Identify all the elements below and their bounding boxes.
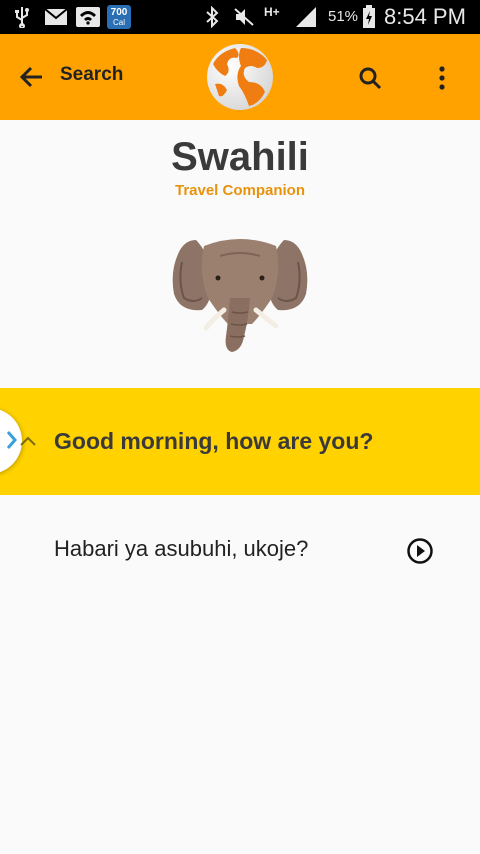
mute-icon (232, 6, 256, 28)
chevron-up-icon[interactable] (18, 432, 38, 450)
arrow-left-icon (20, 66, 42, 88)
phrase-english: Good morning, how are you? (54, 428, 374, 454)
calendar-badge-icon: 700 Cal (107, 5, 131, 29)
mail-icon (44, 6, 68, 28)
network-type: H+ (264, 5, 280, 19)
calendar-badge-label: Cal (112, 17, 125, 27)
page-title: Swahili (171, 135, 309, 179)
more-vert-icon (439, 66, 445, 90)
play-circle-icon (407, 538, 433, 564)
wifi-icon (76, 6, 100, 28)
more-options-button[interactable] (422, 58, 462, 98)
status-bar: 700 Cal H+ 51% 8:54 PM (0, 0, 480, 34)
app-bar: Search (0, 34, 480, 120)
back-label[interactable]: Search (60, 64, 123, 86)
page-subtitle: Travel Companion (174, 182, 306, 199)
usb-icon (12, 6, 32, 28)
calendar-badge-number: 700 (110, 6, 128, 18)
play-audio-button[interactable] (404, 535, 436, 567)
elephant-image (172, 239, 308, 352)
bluetooth-icon (204, 6, 220, 28)
clock: 8:54 PM (384, 4, 466, 29)
search-button[interactable] (350, 58, 390, 98)
battery-percent: 51% (328, 8, 359, 25)
globe-logo-icon (207, 44, 273, 110)
signal-icon (294, 6, 318, 28)
back-button[interactable] (14, 58, 50, 96)
phrase-swahili: Habari ya asubuhi, ukoje? (54, 536, 309, 561)
battery-icon (361, 5, 377, 28)
search-icon (359, 67, 382, 90)
